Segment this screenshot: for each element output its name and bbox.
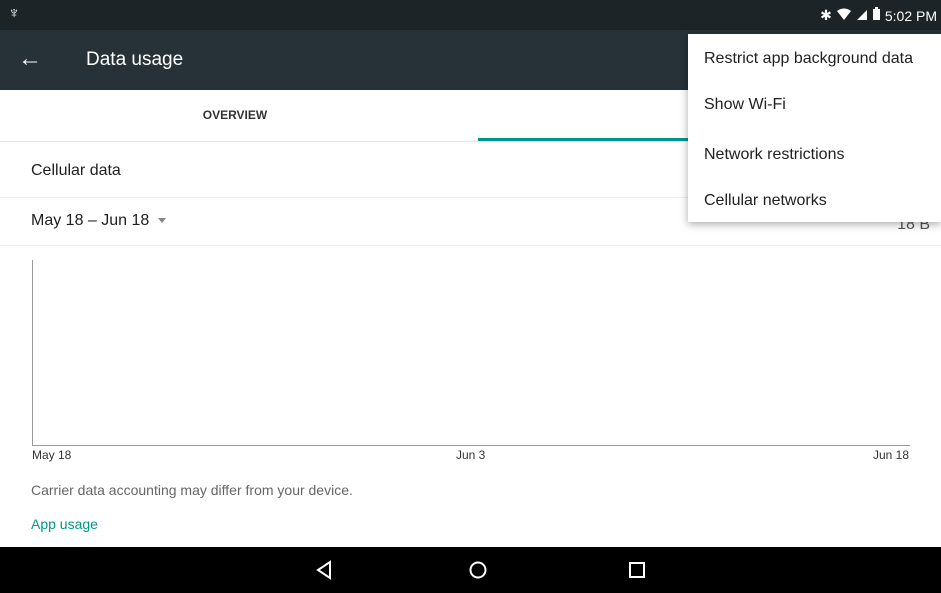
back-nav-icon[interactable] (309, 557, 339, 583)
usb-icon: ♆ (8, 5, 20, 22)
overflow-menu: Restrict app background data Show Wi-Fi … (688, 34, 941, 222)
status-icons: ✱ 5:02 PM (820, 7, 937, 24)
usage-chart (32, 260, 910, 446)
menu-item-restrict-background[interactable]: Restrict app background data (704, 50, 913, 68)
menu-item-cellular-networks[interactable]: Cellular networks (704, 192, 827, 210)
recents-nav-icon[interactable] (622, 557, 652, 583)
status-time: 5:02 PM (884, 7, 937, 24)
wifi-icon (836, 7, 852, 24)
battery-icon (872, 7, 881, 24)
back-arrow-icon[interactable]: ← (18, 45, 42, 73)
x-tick-start: May 18 (32, 448, 72, 462)
bluetooth-icon: ✱ (820, 7, 832, 23)
dropdown-caret-icon (158, 218, 167, 224)
carrier-note: Carrier data accounting may differ from … (31, 482, 353, 498)
app-usage-link[interactable]: App usage (31, 516, 98, 532)
x-tick-middle: Jun 3 (456, 448, 486, 462)
menu-item-show-wifi[interactable]: Show Wi-Fi (704, 96, 786, 114)
navigation-bar (0, 547, 941, 593)
tab-overview[interactable]: OVERVIEW (0, 90, 470, 141)
cellular-signal-icon (856, 8, 868, 24)
period-selector[interactable]: May 18 – Jun 18 (31, 212, 167, 230)
cellular-data-label: Cellular data (31, 162, 121, 179)
x-tick-end: Jun 18 (872, 448, 909, 462)
status-bar: ♆ ✱ 5:02 PM (0, 0, 941, 30)
period-label: May 18 – Jun 18 (31, 212, 150, 229)
menu-item-network-restrictions[interactable]: Network restrictions (704, 146, 844, 164)
home-nav-icon[interactable] (463, 557, 493, 583)
page-title: Data usage (86, 49, 184, 70)
